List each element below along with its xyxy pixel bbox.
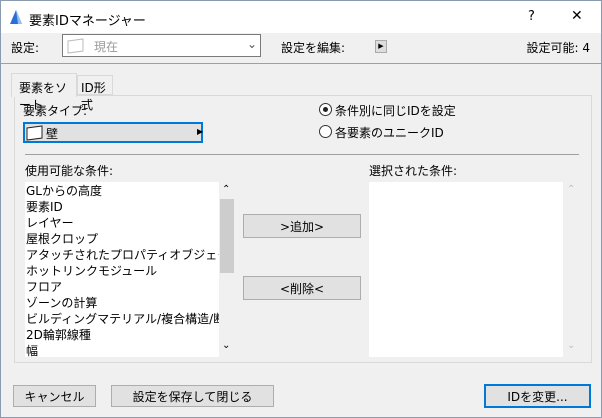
- available-settings-count: 設定可能: 4: [526, 41, 591, 55]
- edit-settings-label: 設定を編集:: [281, 41, 346, 55]
- divider: [1, 63, 601, 64]
- edit-settings-button[interactable]: ▶: [375, 40, 387, 53]
- element-type-value: 壁: [46, 127, 59, 141]
- divider: [25, 154, 579, 155]
- settings-label: 設定:: [11, 41, 40, 55]
- selected-conditions-label: 選択された条件:: [369, 164, 458, 178]
- scroll-up-icon: ⌃: [567, 184, 576, 195]
- close-button[interactable]: ✕: [571, 8, 583, 24]
- list-item[interactable]: GLからの高度: [25, 183, 219, 199]
- window-title: 要素IDマネージャー: [29, 14, 146, 29]
- list-item[interactable]: ゾーンの計算: [25, 295, 219, 311]
- scrollbar[interactable]: ⌃ ⌄: [219, 182, 234, 357]
- arrow-right-icon: ▶: [197, 127, 204, 136]
- radio-label: 条件別に同じIDを設定: [335, 104, 456, 118]
- chevron-down-icon: ⌄: [247, 37, 258, 51]
- list-item[interactable]: 要素ID: [25, 199, 219, 215]
- scroll-up-icon[interactable]: ⌃: [222, 184, 230, 195]
- scroll-thumb[interactable]: [220, 199, 234, 273]
- scroll-down-icon: ⌄: [567, 340, 576, 351]
- list-item[interactable]: 屋根クロップ: [25, 231, 219, 247]
- app-logo-icon: [10, 10, 22, 24]
- list-item[interactable]: フロア: [25, 279, 219, 295]
- remove-button[interactable]: <削除<: [243, 276, 361, 300]
- list-item[interactable]: レイヤー: [25, 215, 219, 231]
- wall-icon: [26, 125, 43, 141]
- radio-unique-id[interactable]: 各要素のユニークID: [319, 124, 479, 140]
- add-button[interactable]: >追加>: [243, 214, 361, 238]
- list-item[interactable]: アタッチされたプロパティオブジェクト名: [25, 247, 219, 263]
- scroll-down-icon[interactable]: ⌄: [222, 340, 230, 351]
- settings-dropdown[interactable]: 現在 ⌄: [62, 34, 261, 57]
- tab-id-format[interactable]: ID形式: [77, 75, 113, 112]
- element-type-button[interactable]: 壁 ▶: [23, 122, 203, 143]
- radio-same-id[interactable]: 条件別に同じIDを設定: [319, 102, 479, 118]
- radio-checked-icon: [319, 103, 332, 116]
- radio-label: 各要素のユニークID: [335, 126, 444, 140]
- help-button[interactable]: ?: [528, 9, 535, 24]
- element-type-label: 要素タイプ:: [23, 104, 88, 118]
- available-conditions-list[interactable]: GLからの高度要素IDレイヤー屋根クロップアタッチされたプロパティオブジェクト名…: [25, 182, 219, 359]
- save-close-button[interactable]: 設定を保存して閉じる: [111, 385, 274, 407]
- available-conditions-label: 使用可能な条件:: [25, 164, 114, 178]
- list-item[interactable]: ホットリンクモジュール: [25, 263, 219, 279]
- list-item[interactable]: ビルディングマテリアル/複合構造/断面...: [25, 311, 219, 327]
- selected-conditions-list[interactable]: [369, 182, 563, 357]
- radio-unchecked-icon: [319, 125, 332, 138]
- change-id-button[interactable]: IDを変更...: [484, 384, 591, 408]
- settings-value: 現在: [94, 40, 119, 54]
- list-item[interactable]: 幅: [25, 343, 219, 359]
- tab-sort-elements[interactable]: 要素をソート: [11, 73, 77, 112]
- list-item[interactable]: 2D輪郭線種: [25, 327, 219, 343]
- cancel-button[interactable]: キャンセル: [13, 385, 96, 407]
- wall-icon: [67, 38, 84, 54]
